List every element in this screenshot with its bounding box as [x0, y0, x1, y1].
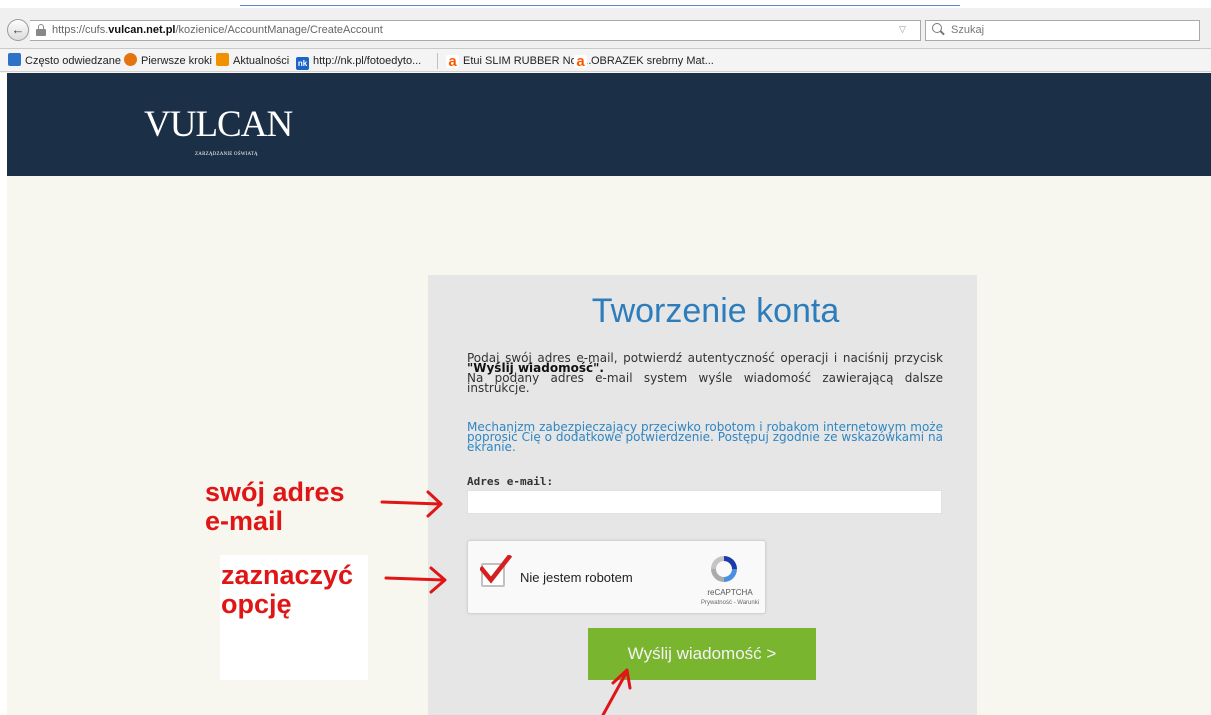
- arrow-to-email: [380, 500, 442, 506]
- arrow-to-captcha: [384, 576, 446, 582]
- annotation-arrows: [380, 490, 632, 715]
